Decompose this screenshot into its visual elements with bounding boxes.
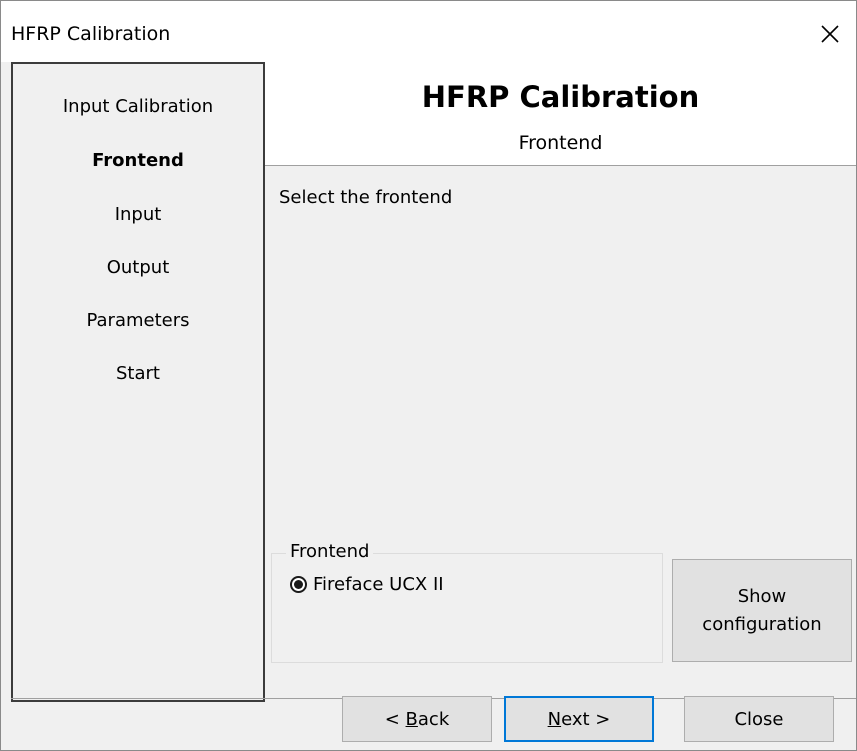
close-button[interactable]: Close [684, 696, 834, 742]
show-configuration-line2: configuration [702, 613, 822, 635]
next-mnemonic: N [547, 708, 562, 730]
next-rest: ext > [561, 708, 611, 730]
page-title: HFRP Calibration [421, 80, 700, 114]
close-window-button[interactable] [804, 11, 856, 57]
back-prefix: < [384, 708, 406, 730]
radio-option-label: Fireface UCX II [313, 574, 444, 595]
page-header: HFRP Calibration Frontend [265, 62, 856, 166]
calibration-dialog: HFRP Calibration Input Calibration Front… [0, 0, 857, 751]
step-input-calibration: Input Calibration [62, 96, 214, 117]
page-subtitle: Frontend [518, 132, 603, 154]
radio-option-fireface[interactable]: Fireface UCX II [290, 574, 444, 595]
frontend-groupbox: Frontend Fireface UCX II [271, 541, 663, 663]
instruction-text: Select the frontend [279, 187, 453, 208]
title-bar: HFRP Calibration [1, 1, 856, 62]
step-input: Input [114, 204, 162, 225]
show-configuration-button[interactable]: Show configuration [672, 559, 852, 662]
close-button-label: Close [734, 708, 784, 730]
step-output: Output [106, 257, 170, 278]
window-title: HFRP Calibration [11, 23, 171, 45]
back-rest: ack [417, 708, 450, 730]
step-parameters: Parameters [86, 310, 190, 331]
close-icon [821, 25, 839, 43]
step-frontend: Frontend [92, 150, 184, 171]
next-button[interactable]: Next > [504, 696, 654, 742]
groupbox-legend: Frontend [286, 541, 374, 562]
back-mnemonic: B [405, 708, 418, 730]
wizard-steps-panel: Input Calibration Frontend Input Output … [11, 62, 265, 702]
show-configuration-line1: Show [737, 585, 787, 607]
back-button[interactable]: < Back [342, 696, 492, 742]
radio-selected-icon [290, 576, 307, 593]
step-start: Start [116, 363, 160, 384]
